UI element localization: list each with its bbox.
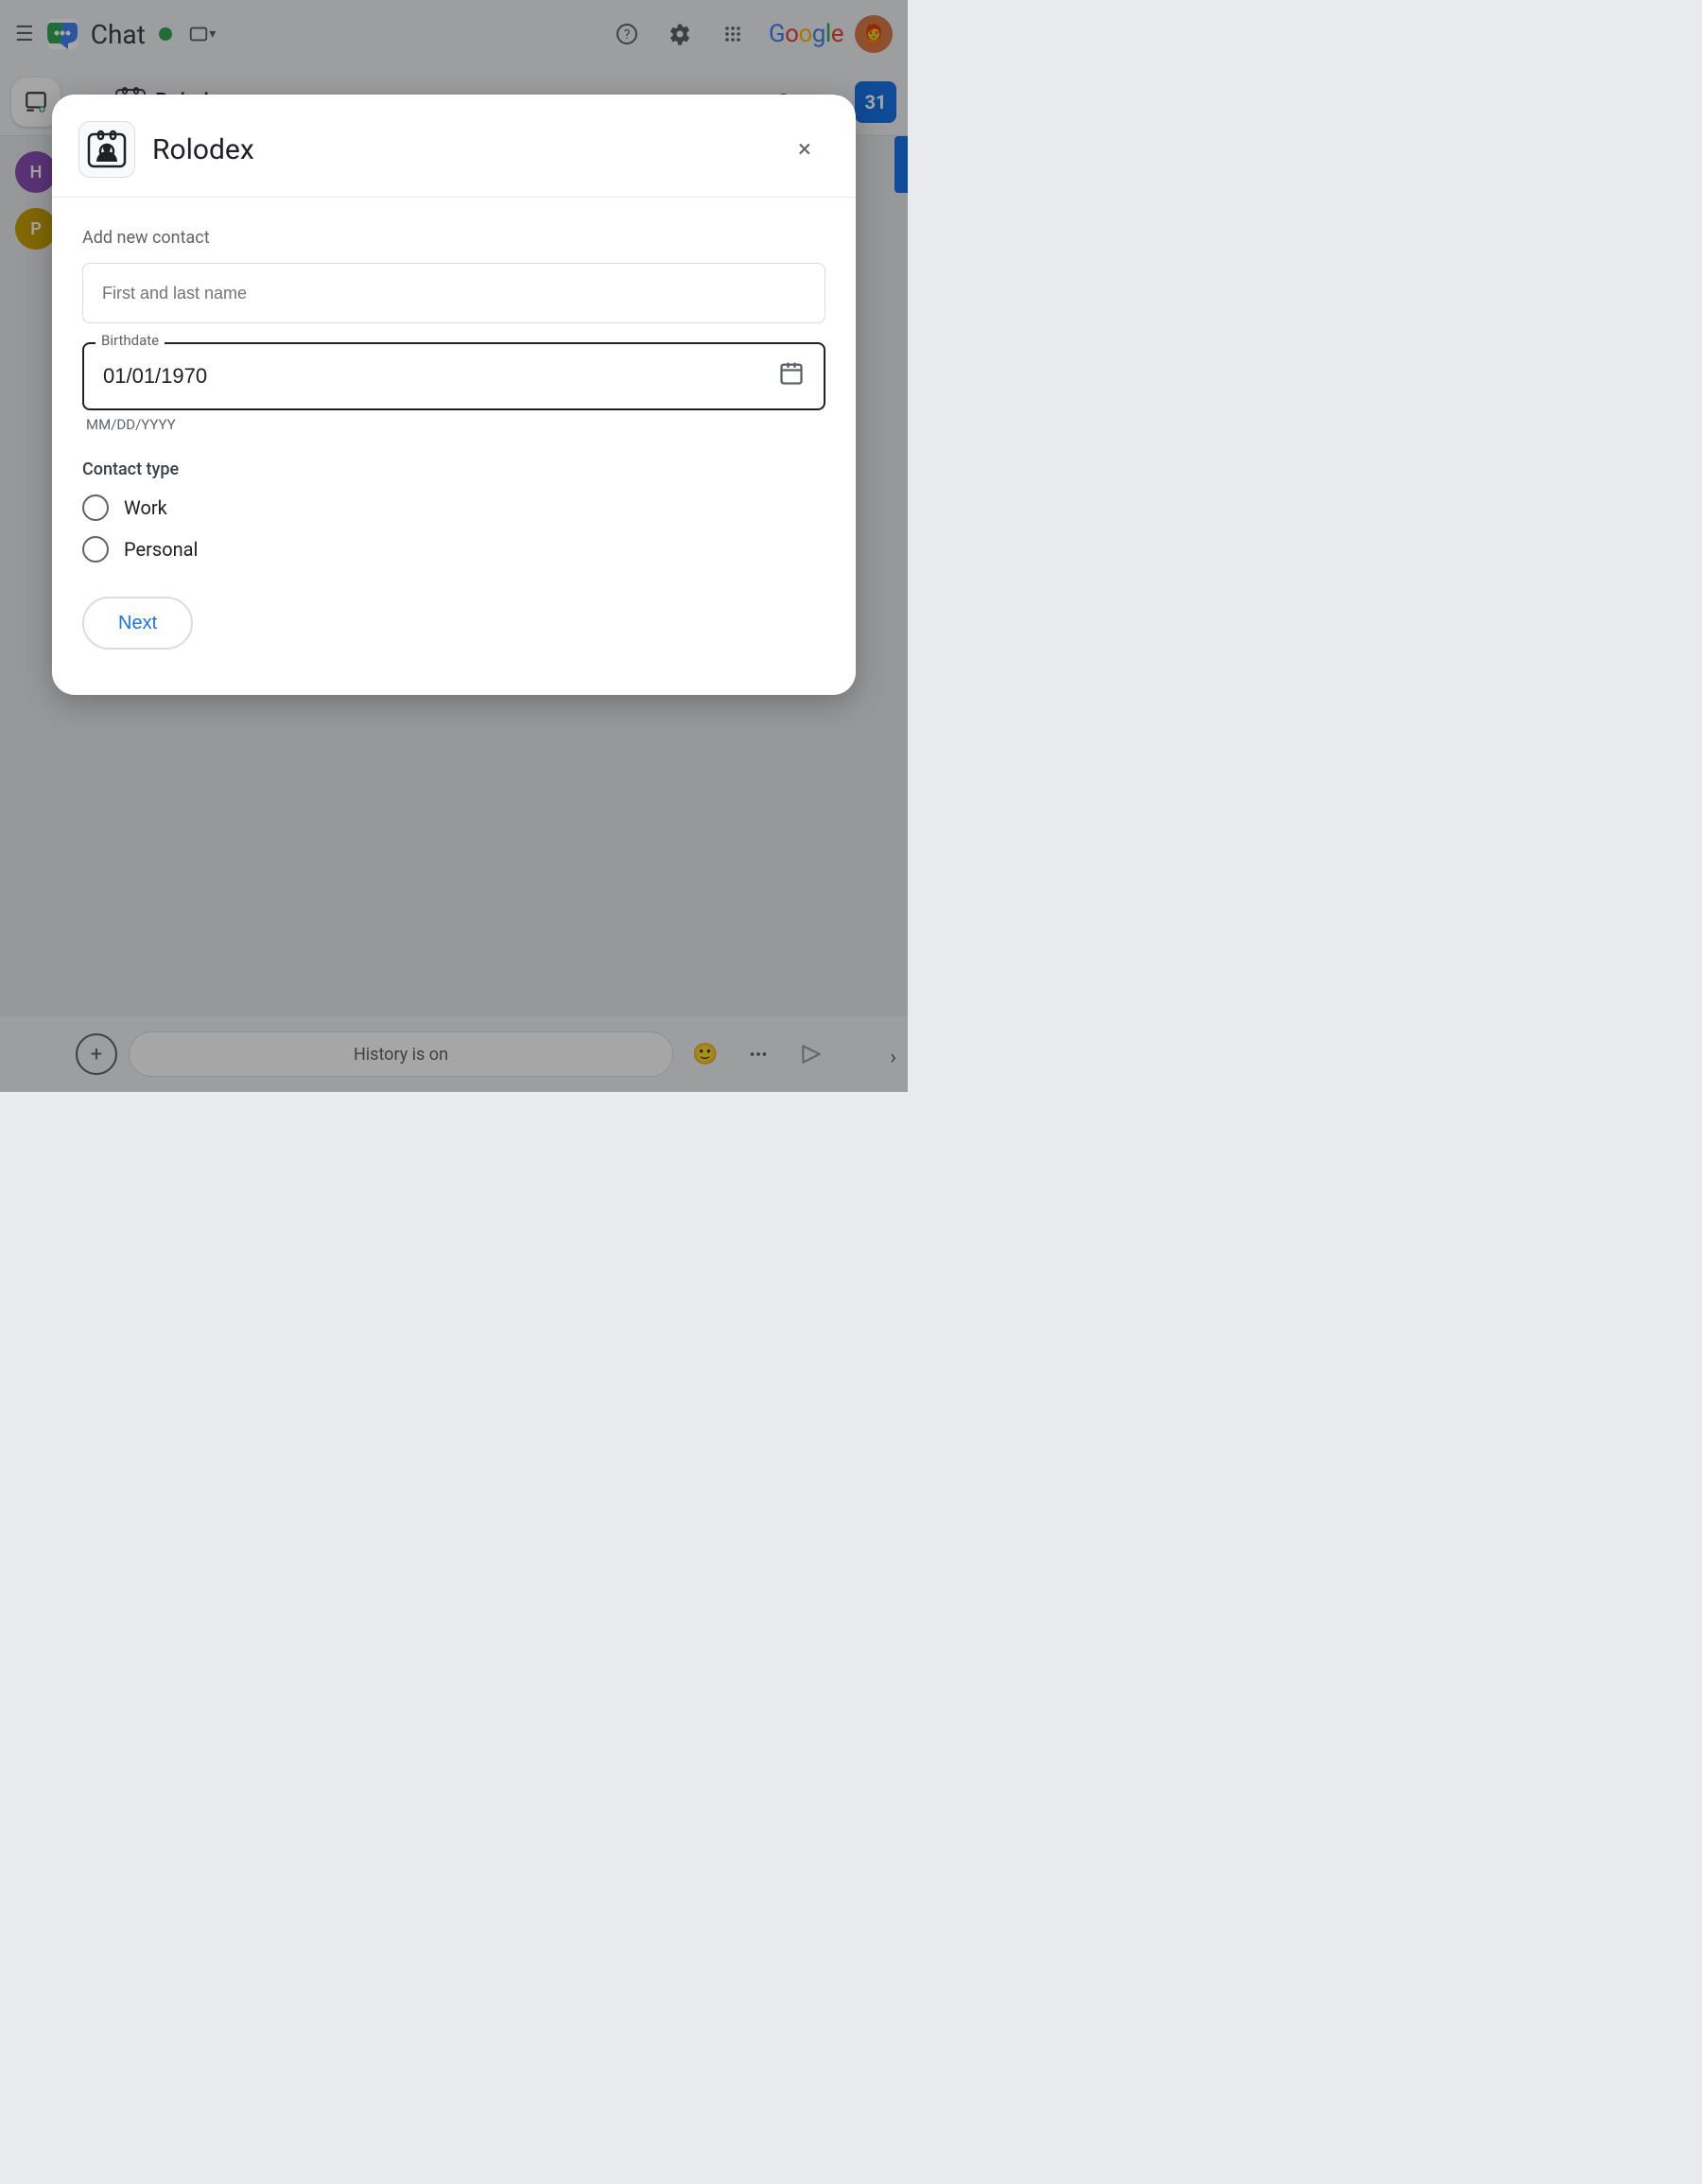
modal-logo [78,121,135,178]
birthdate-input[interactable] [103,364,778,389]
modal-title: Rolodex [152,133,784,166]
radio-work[interactable]: Work [82,494,825,521]
radio-personal-circle [82,536,109,563]
birthdate-input-row [82,342,825,410]
modal-body: Add new contact Birthdate [52,198,856,695]
add-contact-label: Add new contact [82,228,825,248]
modal-overlay: Rolodex × Add new contact Birthdate [0,0,908,1092]
next-button[interactable]: Next [82,597,193,650]
modal-header: Rolodex × [52,95,856,198]
radio-personal[interactable]: Personal [82,536,825,563]
radio-work-circle [82,494,109,521]
calendar-icon [778,360,805,387]
name-input[interactable] [82,263,825,323]
calendar-picker-btn[interactable] [778,360,805,392]
radio-work-label: Work [124,496,167,519]
birthdate-label: Birthdate [96,332,165,349]
birthdate-wrapper: Birthdate [82,342,825,410]
rolodex-modal: Rolodex × Add new contact Birthdate [52,95,856,695]
date-format-hint: MM/DD/YYYY [86,416,825,433]
contact-type-radio-group: Work Personal [82,494,825,563]
radio-personal-label: Personal [124,538,198,561]
contact-type-label: Contact type [82,459,825,479]
rolodex-modal-icon [86,129,128,170]
close-modal-btn[interactable]: × [784,129,825,170]
